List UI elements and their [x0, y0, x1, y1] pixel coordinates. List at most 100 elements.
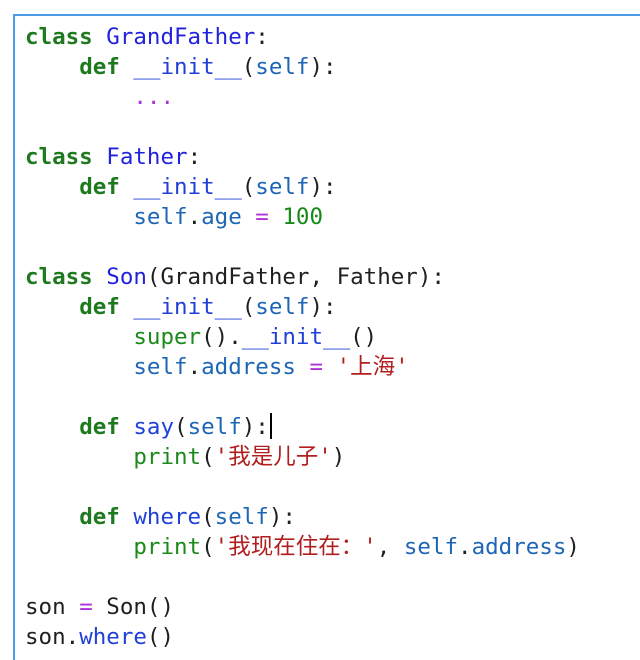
code-line[interactable]: def where(self):: [25, 502, 580, 532]
code-line[interactable]: [25, 232, 580, 262]
code-token: (: [241, 174, 256, 200]
code-token: (: [201, 534, 215, 560]
code-token: GrandFather: [106, 24, 256, 50]
code-token: __init__: [133, 294, 242, 320]
code-token: ):: [241, 414, 269, 440]
code-token: Son: [106, 594, 147, 620]
code-token: (: [174, 414, 188, 440]
text-cursor: [269, 413, 272, 439]
code-token: .: [187, 204, 202, 230]
code-token: self: [214, 504, 269, 530]
code-line[interactable]: class Son(GrandFather, Father):: [25, 262, 580, 292]
code-token: son: [25, 624, 66, 650]
code-token: ...: [133, 84, 175, 110]
code-token: ().: [201, 324, 242, 350]
code-token: __init__: [133, 54, 242, 80]
code-line[interactable]: def say(self):: [25, 412, 580, 442]
code-token: ): [331, 444, 346, 470]
code-token: ):: [309, 54, 337, 80]
code-token: '上海': [336, 354, 409, 380]
code-token: :: [255, 24, 269, 50]
code-line[interactable]: ...: [25, 82, 580, 112]
code-token: where: [133, 504, 202, 530]
code-line[interactable]: super().__init__(): [25, 322, 580, 352]
code-line[interactable]: self.address = '上海': [25, 352, 580, 382]
code-token: .: [65, 624, 80, 650]
code-line[interactable]: self.age = 100: [25, 202, 580, 232]
code-token: (GrandFather, Father):: [146, 264, 445, 290]
code-token: print: [133, 534, 202, 560]
code-line[interactable]: [25, 562, 580, 592]
code-token: __init__: [133, 174, 242, 200]
code-token: self: [255, 294, 310, 320]
code-line[interactable]: [25, 382, 580, 412]
code-token: self: [255, 174, 310, 200]
code-token: def: [79, 504, 120, 530]
code-line[interactable]: def __init__(self):: [25, 292, 580, 322]
code-token: .: [458, 534, 472, 560]
code-token: =: [309, 354, 324, 380]
code-token: self: [255, 54, 310, 80]
code-token: (: [241, 54, 256, 80]
code-editor[interactable]: class GrandFather: def __init__(self): .…: [0, 0, 640, 660]
code-token: __init__: [241, 324, 351, 350]
editor-left-border: [13, 16, 15, 660]
code-token: (: [201, 504, 215, 530]
code-token: self: [133, 354, 188, 380]
code-token: def: [79, 174, 120, 200]
code-line[interactable]: son.where(): [25, 622, 580, 652]
code-token: def: [79, 54, 120, 80]
code-token: son: [25, 594, 66, 620]
code-token: age: [201, 204, 242, 230]
code-line[interactable]: class GrandFather:: [25, 22, 580, 52]
code-token: def: [79, 414, 120, 440]
code-token: ):: [268, 504, 296, 530]
code-line[interactable]: son = Son(): [25, 592, 580, 622]
code-token: (): [146, 624, 175, 650]
code-token: class: [25, 264, 93, 290]
code-token: self: [403, 534, 459, 560]
code-token: =: [79, 594, 93, 620]
code-token: address: [471, 534, 567, 560]
code-token: ): [566, 534, 580, 560]
code-line[interactable]: class Father:: [25, 142, 580, 172]
code-area[interactable]: class GrandFather: def __init__(self): .…: [25, 22, 580, 652]
code-token: ):: [309, 294, 337, 320]
code-token: '我现在住在：': [214, 534, 377, 560]
code-token: where: [79, 624, 147, 650]
code-line[interactable]: [25, 472, 580, 502]
code-token: print: [133, 444, 202, 470]
code-line[interactable]: def __init__(self):: [25, 172, 580, 202]
code-token: self: [187, 414, 242, 440]
code-token: =: [255, 204, 269, 230]
code-token: Son: [106, 264, 147, 290]
code-token: super: [133, 324, 202, 350]
code-line[interactable]: [25, 112, 580, 142]
code-line[interactable]: def __init__(self):: [25, 52, 580, 82]
code-token: class: [25, 144, 93, 170]
code-token: 100: [282, 204, 324, 230]
code-line[interactable]: print('我是儿子'): [25, 442, 580, 472]
code-token: :: [187, 144, 202, 170]
code-token: class: [25, 24, 93, 50]
code-token: def: [79, 294, 120, 320]
code-token: say: [133, 414, 175, 440]
code-line[interactable]: print('我现在住在：', self.address): [25, 532, 580, 562]
code-token: (: [201, 444, 215, 470]
